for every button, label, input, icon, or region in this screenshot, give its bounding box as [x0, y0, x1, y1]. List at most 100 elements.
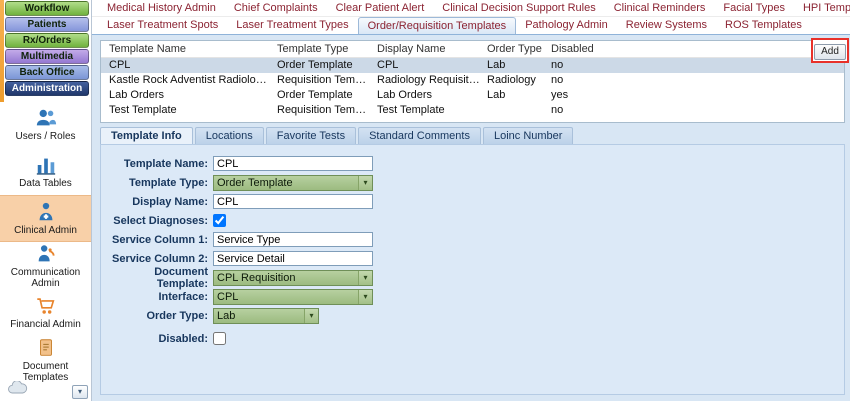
tab-order-requisition-templates[interactable]: Order/Requisition Templates [357, 17, 517, 34]
column-header-disabled[interactable]: Disabled [551, 41, 844, 58]
module-buttons: Workflow Patients Rx/Orders Multimedia B… [5, 1, 89, 97]
templates-table: Template Name Template Type Display Name… [100, 40, 845, 123]
interface-label: Interface: [158, 290, 208, 303]
form-row: Service Column 2: [101, 250, 844, 267]
cell-order-type: Lab [487, 59, 506, 71]
module-workflow[interactable]: Workflow [5, 1, 89, 16]
service-column-2-input[interactable] [213, 251, 373, 266]
table-row[interactable]: Kastle Rock Adventist Radiolog... Requis… [101, 73, 844, 88]
table-row[interactable]: CPL Order Template CPL Lab no [101, 58, 844, 73]
clinical-person-icon [35, 201, 57, 223]
form-row: Service Column 1: [101, 231, 844, 248]
sidebar-item-financial-admin[interactable]: Financial Admin [0, 289, 91, 336]
chevron-down-icon [304, 308, 318, 323]
tab-hpi-templates[interactable]: HPI Templates [794, 0, 850, 16]
tab-medical-history-admin[interactable]: Medical History Admin [98, 0, 225, 16]
tab-clinical-reminders[interactable]: Clinical Reminders [605, 0, 715, 16]
cell-order-type [487, 103, 551, 118]
service-column-1-input[interactable] [213, 232, 373, 247]
sidebar-item-label: Data Tables [19, 178, 72, 189]
sidebar-accent-strip [0, 0, 4, 102]
module-rx-orders[interactable]: Rx/Orders [5, 33, 89, 48]
cell-template-name: Lab Orders [109, 89, 165, 101]
selected-value: Order Template [217, 176, 293, 189]
cell-disabled: no [551, 74, 564, 86]
users-icon [35, 107, 57, 129]
module-back-office[interactable]: Back Office [5, 65, 89, 80]
disabled-label: Disabled: [158, 332, 208, 345]
select-diagnoses-label: Select Diagnoses: [113, 214, 208, 227]
template-subtabs: Template Info Locations Favorite Tests S… [100, 127, 575, 144]
tab-ros-templates[interactable]: ROS Templates [716, 17, 811, 34]
table-row[interactable]: Test Template Requisition Template Test … [101, 103, 844, 118]
form-row: Template Type: Order Template [101, 174, 844, 191]
module-patients[interactable]: Patients [5, 17, 89, 32]
display-name-label: Display Name: [132, 195, 208, 208]
tab-review-systems[interactable]: Review Systems [617, 17, 716, 34]
column-header-display-name[interactable]: Display Name [377, 41, 487, 58]
template-name-label: Template Name: [123, 157, 208, 170]
selected-value: CPL Requisition [217, 271, 296, 284]
add-button[interactable]: Add [814, 43, 846, 60]
sidebar-item-label: Document Templates [22, 360, 69, 383]
column-header-template-name[interactable]: Template Name [109, 41, 277, 58]
subtab-standard-comments[interactable]: Standard Comments [358, 127, 481, 144]
cell-template-name: Kastle Rock Adventist Radiolog... [109, 74, 272, 86]
template-type-label: Template Type: [128, 176, 208, 189]
template-type-select[interactable]: Order Template [213, 174, 373, 191]
subtab-locations[interactable]: Locations [194, 127, 264, 144]
service-column-1-label: Service Column 1: [112, 233, 208, 246]
display-name-input[interactable] [213, 194, 373, 209]
interface-select[interactable]: CPL [213, 288, 373, 305]
sidebar-item-document-templates[interactable]: Document Templates [0, 336, 91, 383]
subtab-favorite-tests[interactable]: Favorite Tests [265, 127, 357, 144]
tab-facial-types[interactable]: Facial Types [714, 0, 794, 16]
main-area: Medical History Admin Chief Complaints C… [92, 0, 850, 401]
cell-disabled: yes [551, 89, 569, 101]
document-template-label: Document Template: [154, 265, 208, 290]
cell-display-name: Radiology Requisition [377, 74, 484, 86]
scroll-down-button[interactable] [72, 385, 88, 399]
cloud-icon [7, 380, 29, 399]
tab-clinical-decision-support-rules[interactable]: Clinical Decision Support Rules [433, 0, 604, 16]
column-header-template-type[interactable]: Template Type [277, 41, 377, 58]
order-requisition-templates-panel: Template Name Template Type Display Name… [92, 34, 850, 401]
selected-value: Lab [217, 309, 236, 322]
chevron-down-icon [358, 175, 372, 190]
sidebar-item-label: Clinical Admin [14, 225, 77, 236]
tab-laser-treatment-types[interactable]: Laser Treatment Types [227, 17, 357, 34]
bar-chart-icon [35, 154, 57, 176]
order-type-select[interactable]: Lab [213, 307, 319, 324]
column-header-order-type[interactable]: Order Type [487, 41, 551, 58]
select-diagnoses-checkbox[interactable] [213, 214, 226, 227]
sidebar-footer [5, 380, 88, 399]
cell-display-name: Test Template [377, 104, 445, 116]
form-row: Template Name: [101, 155, 844, 172]
template-name-input[interactable] [213, 156, 373, 171]
sidebar-item-users-roles[interactable]: Users / Roles [0, 101, 91, 148]
module-administration[interactable]: Administration [5, 81, 89, 96]
application-window: Workflow Patients Rx/Orders Multimedia B… [0, 0, 850, 401]
module-multimedia[interactable]: Multimedia [5, 49, 89, 64]
sidebar-item-clinical-admin[interactable]: Clinical Admin [0, 195, 91, 242]
subtab-template-info[interactable]: Template Info [100, 127, 193, 144]
document-template-select[interactable]: CPL Requisition [213, 269, 373, 286]
service-column-2-label: Service Column 2: [112, 252, 208, 265]
communication-person-icon [35, 243, 57, 265]
annotation-highlight-box: Add [811, 38, 849, 63]
table-row[interactable]: Lab Orders Order Template Lab Orders Lab… [101, 88, 844, 103]
tab-chief-complaints[interactable]: Chief Complaints [225, 0, 327, 16]
sidebar-item-communication-admin[interactable]: Communication Admin [0, 242, 91, 289]
selected-value: CPL [217, 290, 239, 303]
tab-pathology-admin[interactable]: Pathology Admin [516, 17, 617, 34]
cell-display-name: CPL [377, 59, 399, 71]
subtab-loinc-number[interactable]: Loinc Number [482, 127, 574, 144]
cell-template-name: CPL [109, 59, 131, 71]
table-header-row: Template Name Template Type Display Name… [101, 41, 844, 58]
form-row: Disabled: [101, 330, 844, 347]
tab-laser-treatment-spots[interactable]: Laser Treatment Spots [98, 17, 227, 34]
disabled-checkbox[interactable] [213, 332, 226, 345]
tab-clear-patient-alert[interactable]: Clear Patient Alert [327, 0, 434, 16]
cell-order-type: Radiology [487, 74, 536, 86]
sidebar-item-data-tables[interactable]: Data Tables [0, 148, 91, 195]
